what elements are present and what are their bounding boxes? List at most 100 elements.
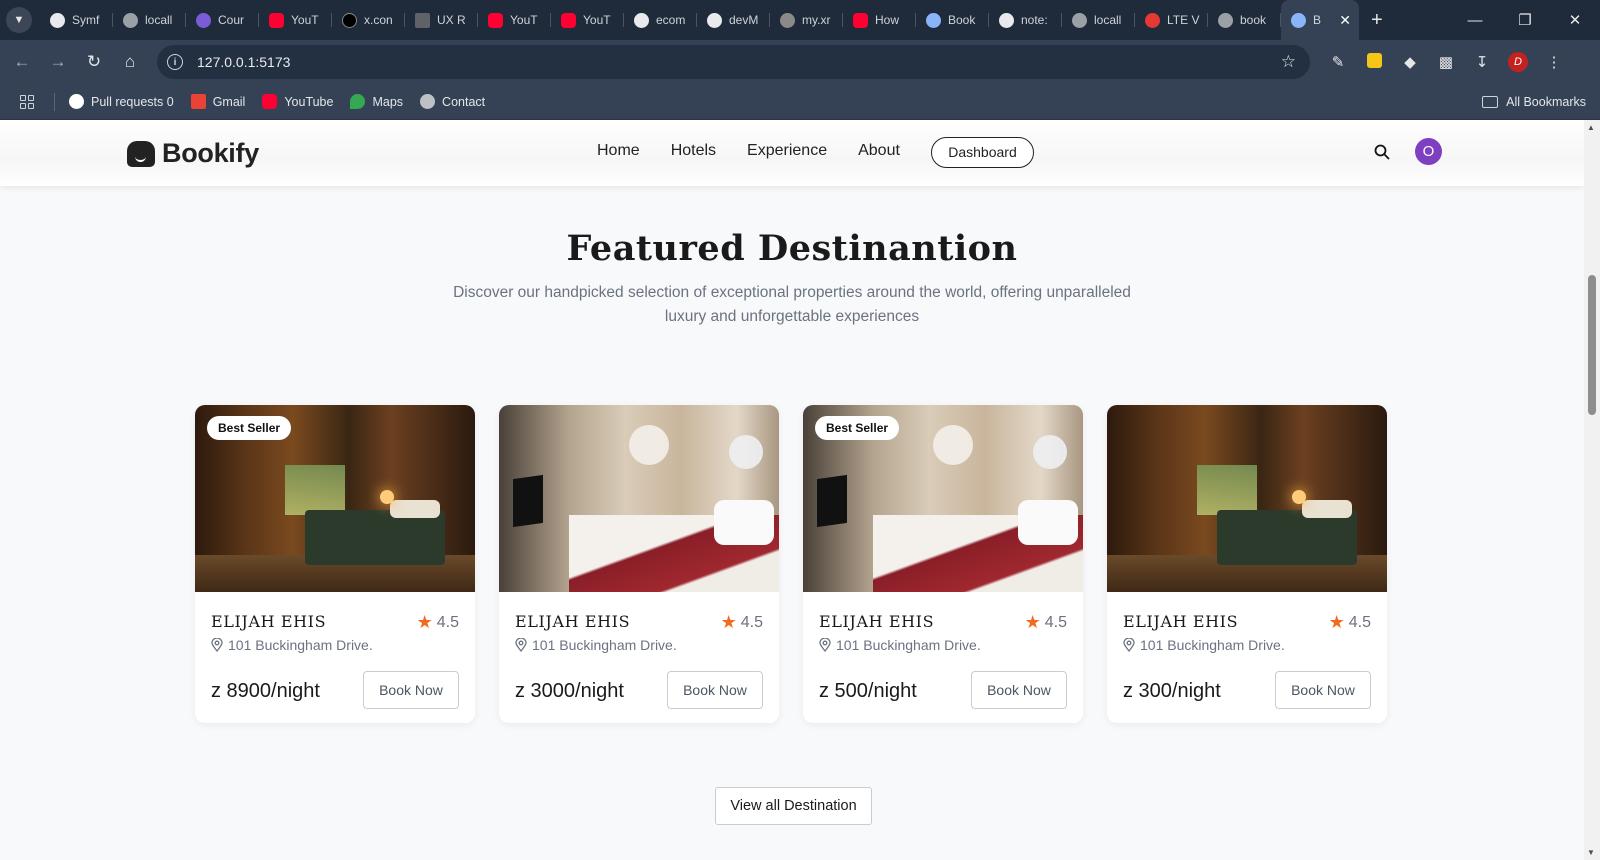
browser-tab[interactable]: YouT — [478, 0, 551, 40]
tab-list: Symf locall Cour YouT x.con UX R YouT Yo… — [40, 0, 1359, 40]
bookmark-star-icon[interactable]: ☆ — [1281, 52, 1296, 72]
book-now-button[interactable]: Book Now — [667, 671, 763, 709]
tab-favicon — [196, 12, 211, 28]
puzzle-icon[interactable]: ▩ — [1428, 53, 1464, 71]
bookmark-item[interactable]: Maps — [350, 94, 403, 109]
site-info-icon[interactable]: i — [167, 54, 183, 70]
browser-tab[interactable]: ecom — [624, 0, 697, 40]
brand-logo[interactable]: Bookify — [127, 138, 259, 169]
address-text: 101 Buckingham Drive. — [1140, 637, 1285, 653]
browser-tab[interactable]: note: — [989, 0, 1062, 40]
book-now-button[interactable]: Book Now — [1275, 671, 1371, 709]
browser-toolbar: ← → ↻ ⌂ i 127.0.0.1:5173 ☆ ✎ ◆ ▩ ↧ D ⋮ — [0, 40, 1600, 84]
browser-tab[interactable]: book — [1208, 0, 1281, 40]
address: 101 Buckingham Drive. — [1123, 637, 1285, 653]
rating: ★ 4.5 — [1329, 612, 1371, 633]
address-text: 101 Buckingham Drive. — [228, 637, 373, 653]
browser-tab[interactable]: locall — [113, 0, 186, 40]
bookmark-item[interactable]: Pull requests 0 — [69, 94, 174, 109]
scroll-down-arrow-icon[interactable]: ▼ — [1587, 848, 1595, 857]
restore-button[interactable]: ❐ — [1500, 11, 1550, 29]
bookmark-label: Pull requests 0 — [91, 94, 174, 109]
browser-tab[interactable]: UX R — [405, 0, 478, 40]
document-icon — [415, 12, 430, 28]
user-avatar[interactable]: O — [1415, 138, 1442, 165]
browser-tab[interactable]: devM — [697, 0, 770, 40]
browser-tab-active[interactable]: B ✕ — [1281, 0, 1359, 40]
tab-label: ecom — [656, 13, 686, 27]
destination-card[interactable]: Best Seller ELIJAH EHIS ★ 4.5 101 Bucking… — [195, 405, 475, 723]
book-now-button[interactable]: Book Now — [971, 671, 1067, 709]
location-pin-icon — [515, 638, 527, 652]
tab-label: devM — [729, 13, 759, 27]
tab-label: Cour — [218, 13, 245, 27]
apps-icon[interactable] — [20, 94, 34, 109]
rating-value: 4.5 — [1044, 613, 1067, 631]
browser-tab[interactable]: locall — [1062, 0, 1135, 40]
dashboard-button[interactable]: Dashboard — [931, 137, 1034, 168]
nav-hotels[interactable]: Hotels — [671, 142, 716, 160]
url-text[interactable]: 127.0.0.1:5173 — [197, 54, 290, 70]
close-icon[interactable]: ✕ — [1339, 12, 1351, 29]
profile-avatar[interactable]: D — [1500, 52, 1536, 72]
tab-label: locall — [1094, 13, 1122, 27]
destination-cards: Best Seller ELIJAH EHIS ★ 4.5 101 Bucking… — [195, 405, 1387, 723]
scroll-up-arrow-icon[interactable]: ▲ — [1587, 123, 1595, 132]
star-icon: ★ — [720, 612, 737, 632]
destination-card[interactable]: ELIJAH EHIS ★ 4.5 101 Buckingham Drive. z… — [499, 405, 779, 723]
home-icon[interactable]: ⌂ — [112, 52, 148, 72]
window-controls: — ❐ ✕ — [1450, 0, 1600, 40]
tab-label: How — [875, 13, 900, 27]
browser-tab[interactable]: How — [843, 0, 916, 40]
bookmark-item[interactable]: Gmail — [190, 94, 246, 109]
tab-label: YouT — [510, 13, 538, 27]
brand-name: Bookify — [162, 138, 259, 168]
nav-about[interactable]: About — [858, 142, 900, 160]
forward-icon[interactable]: → — [40, 52, 76, 72]
browser-tab[interactable]: LTE V — [1135, 0, 1208, 40]
scrollbar-thumb[interactable] — [1588, 275, 1596, 415]
extension-icon[interactable] — [1356, 52, 1392, 72]
price: z 8900/night — [211, 680, 320, 702]
nav-home[interactable]: Home — [597, 142, 640, 160]
eyedropper-icon[interactable]: ✎ — [1320, 53, 1356, 71]
browser-tab[interactable]: my.xr — [770, 0, 843, 40]
browser-tab[interactable]: Book — [916, 0, 989, 40]
page-scrollbar[interactable]: ▲ ▼ — [1584, 120, 1600, 860]
book-now-button[interactable]: Book Now — [363, 671, 459, 709]
destination-card[interactable]: ELIJAH EHIS ★ 4.5 101 Buckingham Drive. z… — [1107, 405, 1387, 723]
browser-tab[interactable]: x.con — [332, 0, 405, 40]
bookmark-item[interactable]: YouTube — [262, 94, 333, 109]
minimize-button[interactable]: — — [1450, 12, 1500, 29]
bookmark-label: Contact — [442, 94, 486, 109]
best-seller-badge: Best Seller — [815, 416, 900, 440]
bookmark-label: Gmail — [212, 94, 246, 109]
browser-tab[interactable]: Symf — [40, 0, 113, 40]
extension-icon[interactable]: ◆ — [1392, 53, 1428, 71]
rating: ★ 4.5 — [1025, 612, 1067, 633]
bookmark-item[interactable]: Contact — [420, 94, 485, 109]
maps-pin-icon — [350, 94, 366, 109]
youtube-icon — [488, 12, 503, 28]
menu-icon[interactable]: ⋮ — [1536, 53, 1572, 71]
browser-tab[interactable]: Cour — [186, 0, 259, 40]
page-viewport: Bookify Home Hotels Experience About Das… — [0, 120, 1584, 860]
view-all-destinations-button[interactable]: View all Destination — [715, 787, 872, 825]
star-icon: ★ — [1328, 612, 1345, 632]
destination-card[interactable]: Best Seller ELIJAH EHIS ★ 4.5 101 Bucking… — [803, 405, 1083, 723]
download-icon[interactable]: ↧ — [1464, 53, 1500, 71]
tab-search-button[interactable]: ▼ — [6, 7, 32, 33]
search-icon[interactable] — [1374, 144, 1390, 160]
browser-tab[interactable]: YouT — [551, 0, 624, 40]
best-seller-badge: Best Seller — [207, 416, 292, 440]
all-bookmarks-button[interactable]: All Bookmarks — [1482, 95, 1586, 109]
nav-experience[interactable]: Experience — [747, 142, 827, 160]
reload-icon[interactable]: ↻ — [76, 52, 112, 72]
window-close-button[interactable]: ✕ — [1550, 11, 1600, 29]
tab-label: B — [1313, 13, 1322, 27]
tab-label: note: — [1021, 13, 1048, 27]
browser-tab[interactable]: YouT — [259, 0, 332, 40]
new-tab-button[interactable]: + — [1371, 9, 1383, 32]
address-bar[interactable]: i 127.0.0.1:5173 ☆ — [157, 45, 1310, 79]
back-icon[interactable]: ← — [4, 52, 40, 72]
